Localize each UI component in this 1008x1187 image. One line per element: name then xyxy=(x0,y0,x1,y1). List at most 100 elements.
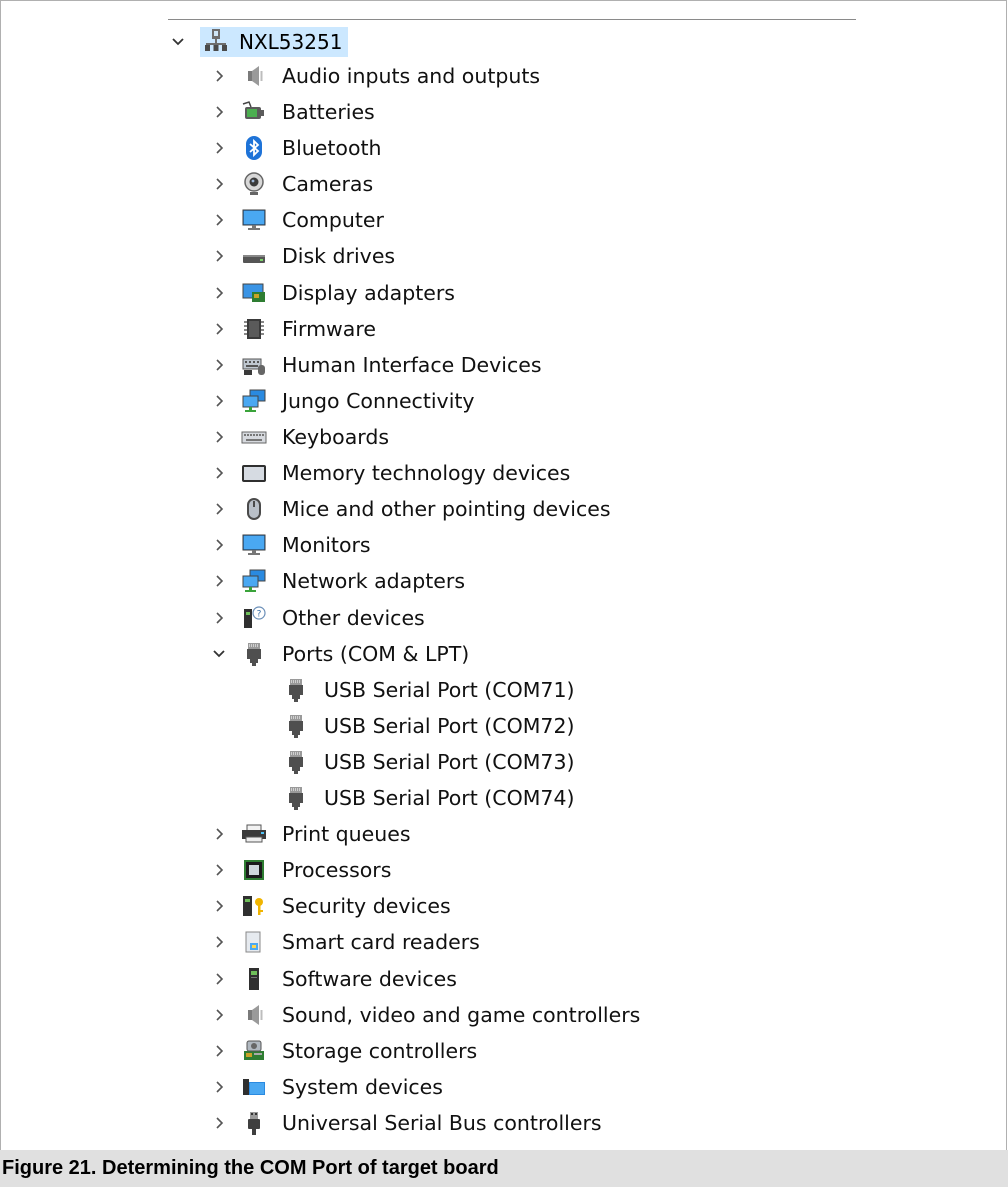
port-icon xyxy=(280,710,312,742)
tree-item-system-devices[interactable]: System devices xyxy=(210,1069,443,1105)
chevron-right-icon[interactable] xyxy=(210,1105,228,1141)
tree-item-other-devices[interactable]: ? Other devices xyxy=(210,600,425,636)
usb-icon xyxy=(238,1107,270,1139)
tree-item-audio-inputs-and-outputs[interactable]: Audio inputs and outputs xyxy=(210,58,540,94)
tree-item-computer[interactable]: Computer xyxy=(210,202,384,238)
battery-icon xyxy=(238,96,270,128)
tree-item-bluetooth[interactable]: Bluetooth xyxy=(210,130,382,166)
tree-item-label: Other devices xyxy=(282,606,425,630)
screenshot-frame xyxy=(0,0,1007,1150)
chevron-right-icon[interactable] xyxy=(210,491,228,527)
tree-item-label: Storage controllers xyxy=(282,1039,478,1063)
tree-root-selected[interactable]: NXL53251 xyxy=(200,27,349,57)
tree-item-universal-serial-bus-controllers[interactable]: Universal Serial Bus controllers xyxy=(210,1105,602,1141)
chevron-right-icon[interactable] xyxy=(210,888,228,924)
chevron-right-icon[interactable] xyxy=(210,202,228,238)
chip-icon xyxy=(238,313,270,345)
chevron-right-icon[interactable] xyxy=(210,924,228,960)
tree-item-ports-com-lpt[interactable]: Ports (COM & LPT) xyxy=(210,636,469,672)
tree-item-label: Audio inputs and outputs xyxy=(282,64,541,88)
tree-item-print-queues[interactable]: Print queues xyxy=(210,816,411,852)
network-icon xyxy=(238,565,270,597)
tree-item-label: Display adapters xyxy=(282,281,455,305)
tree-child-label: USB Serial Port (COM73) xyxy=(324,750,575,774)
chevron-right-icon[interactable] xyxy=(210,1033,228,1069)
tree-child-usb-serial-port-com74[interactable]: USB Serial Port (COM74) xyxy=(280,780,575,816)
tree-item-network-adapters[interactable]: Network adapters xyxy=(210,563,465,599)
security-key-icon xyxy=(238,890,270,922)
chevron-down-icon[interactable] xyxy=(168,27,188,57)
tree-item-keyboards[interactable]: Keyboards xyxy=(210,419,389,455)
tree-item-cameras[interactable]: Cameras xyxy=(210,166,373,202)
chevron-right-icon[interactable] xyxy=(210,961,228,997)
chevron-right-icon[interactable] xyxy=(210,166,228,202)
chevron-right-icon[interactable] xyxy=(210,58,228,94)
tree-item-monitors[interactable]: Monitors xyxy=(210,527,371,563)
chevron-right-icon[interactable] xyxy=(210,816,228,852)
chevron-right-icon[interactable] xyxy=(210,527,228,563)
tree-child-usb-serial-port-com72[interactable]: USB Serial Port (COM72) xyxy=(280,708,575,744)
monitor-icon xyxy=(238,204,270,236)
tree-item-batteries[interactable]: Batteries xyxy=(210,94,375,130)
figure-caption: Figure 21. Determining the COM Port of t… xyxy=(0,1150,1008,1187)
chevron-right-icon[interactable] xyxy=(210,419,228,455)
chevron-right-icon[interactable] xyxy=(210,1069,228,1105)
tree-child-usb-serial-port-com73[interactable]: USB Serial Port (COM73) xyxy=(280,744,575,780)
port-icon xyxy=(280,782,312,814)
tree-root[interactable]: NXL53251 xyxy=(168,27,349,57)
speaker-icon xyxy=(238,999,270,1031)
chevron-right-icon[interactable] xyxy=(210,311,228,347)
tree-child-usb-serial-port-com71[interactable]: USB Serial Port (COM71) xyxy=(280,672,575,708)
tree-item-disk-drives[interactable]: Disk drives xyxy=(210,238,395,274)
webcam-icon xyxy=(238,168,270,200)
tree-item-label: Computer xyxy=(282,208,384,232)
tree-child-label: USB Serial Port (COM72) xyxy=(324,714,575,738)
tree-item-label: Universal Serial Bus controllers xyxy=(282,1111,602,1135)
storage-controller-icon xyxy=(238,1035,270,1067)
tree-item-jungo-connectivity[interactable]: Jungo Connectivity xyxy=(210,383,475,419)
tree-item-label: Ports (COM & LPT) xyxy=(282,642,470,666)
tree-item-display-adapters[interactable]: Display adapters xyxy=(210,275,455,311)
tree-item-label: Security devices xyxy=(282,894,451,918)
tree-item-smart-card-readers[interactable]: Smart card readers xyxy=(210,924,480,960)
tree-item-security-devices[interactable]: Security devices xyxy=(210,888,451,924)
chevron-down-icon[interactable] xyxy=(210,636,228,672)
system-folder-icon xyxy=(238,1071,270,1103)
chevron-right-icon[interactable] xyxy=(210,94,228,130)
chevron-right-icon[interactable] xyxy=(210,238,228,274)
chevron-right-icon[interactable] xyxy=(210,852,228,888)
chevron-right-icon[interactable] xyxy=(210,347,228,383)
tree-divider xyxy=(168,19,856,20)
hid-icon xyxy=(238,349,270,381)
chevron-right-icon[interactable] xyxy=(210,130,228,166)
network-icon xyxy=(238,385,270,417)
chevron-right-icon[interactable] xyxy=(210,275,228,311)
tree-item-label: Network adapters xyxy=(282,569,466,593)
tree-item-memory-technology-devices[interactable]: Memory technology devices xyxy=(210,455,570,491)
chevron-right-icon[interactable] xyxy=(210,997,228,1033)
mouse-icon xyxy=(238,493,270,525)
tree-item-software-devices[interactable]: Software devices xyxy=(210,961,457,997)
port-icon xyxy=(280,746,312,778)
chevron-right-icon[interactable] xyxy=(210,600,228,636)
tree-item-label: Monitors xyxy=(282,533,371,557)
printer-icon xyxy=(238,818,270,850)
tree-item-label: Keyboards xyxy=(282,425,390,449)
tree-item-mice-and-other-pointing-devices[interactable]: Mice and other pointing devices xyxy=(210,491,611,527)
tree-item-storage-controllers[interactable]: Storage controllers xyxy=(210,1033,477,1069)
tree-child-label: USB Serial Port (COM74) xyxy=(324,786,575,810)
chevron-right-icon[interactable] xyxy=(210,383,228,419)
tree-item-sound-video-and-game-controllers[interactable]: Sound, video and game controllers xyxy=(210,997,640,1033)
unknown-device-icon: ? xyxy=(238,602,270,634)
bluetooth-icon xyxy=(238,132,270,164)
tree-item-label: Memory technology devices xyxy=(282,461,571,485)
tree-item-label: Sound, video and game controllers xyxy=(282,1003,641,1027)
tree-item-human-interface-devices[interactable]: Human Interface Devices xyxy=(210,347,542,383)
chevron-right-icon[interactable] xyxy=(210,455,228,491)
tree-item-label: Print queues xyxy=(282,822,411,846)
computer-network-icon xyxy=(203,27,229,57)
chevron-right-icon[interactable] xyxy=(210,563,228,599)
tree-item-firmware[interactable]: Firmware xyxy=(210,311,376,347)
tree-item-processors[interactable]: Processors xyxy=(210,852,391,888)
tree-root-label: NXL53251 xyxy=(239,30,343,54)
